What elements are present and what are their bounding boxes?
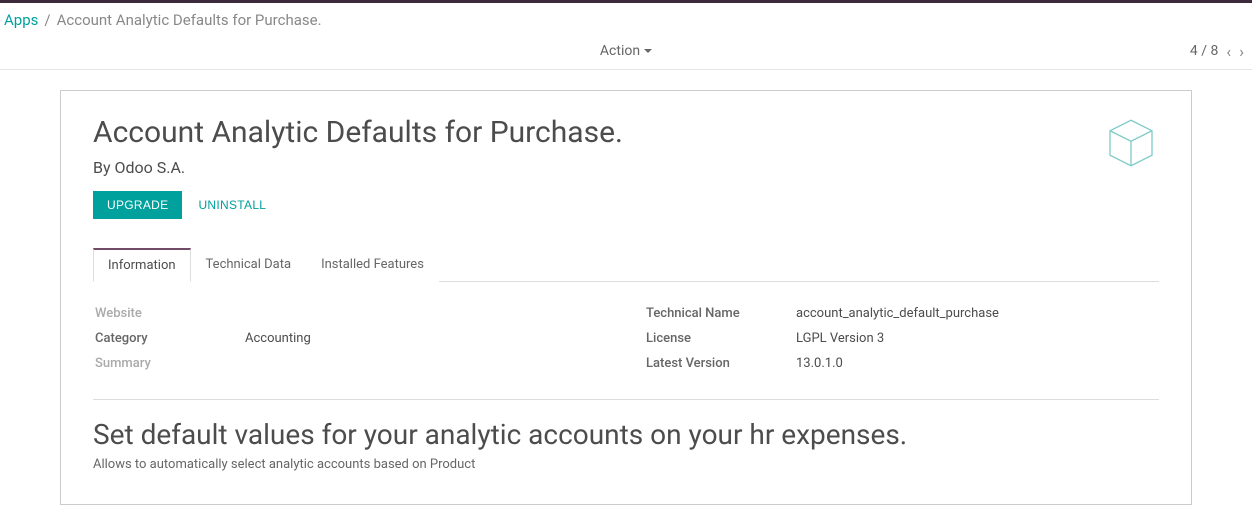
value-latest-version: 13.0.1.0 [796, 356, 843, 371]
page-title: Account Analytic Defaults for Purchase. [93, 115, 623, 150]
row-website: Website [95, 306, 606, 321]
pager: 4 / 8 ‹ › [1190, 42, 1244, 61]
module-author: By Odoo S.A. [93, 158, 623, 177]
tab-bar: Information Technical Data Installed Fea… [93, 247, 1159, 282]
tab-installed-features[interactable]: Installed Features [306, 248, 439, 282]
action-label: Action [600, 43, 640, 59]
label-latest-version: Latest Version [646, 356, 796, 371]
label-license: License [646, 331, 796, 346]
label-summary: Summary [95, 356, 245, 371]
row-license: License LGPL Version 3 [646, 331, 1157, 346]
uninstall-button[interactable]: UNINSTALL [198, 198, 266, 212]
chevron-right-icon[interactable]: › [1239, 42, 1244, 61]
tab-technical-data[interactable]: Technical Data [191, 248, 307, 282]
pager-text: 4 / 8 [1190, 43, 1218, 59]
module-icon [1103, 115, 1159, 175]
label-website: Website [95, 306, 245, 321]
label-category: Category [95, 331, 245, 346]
breadcrumb-root-link[interactable]: Apps [4, 11, 38, 29]
form-sheet: Account Analytic Defaults for Purchase. … [60, 90, 1192, 505]
value-category: Accounting [245, 331, 311, 346]
description-body: Allows to automatically select analytic … [93, 457, 1159, 472]
row-technical-name: Technical Name account_analytic_default_… [646, 306, 1157, 321]
info-grid: Website Category Accounting Summary Tech… [93, 306, 1159, 371]
value-technical-name: account_analytic_default_purchase [796, 306, 999, 321]
tab-information[interactable]: Information [93, 248, 191, 282]
row-latest-version: Latest Version 13.0.1.0 [646, 356, 1157, 371]
value-license: LGPL Version 3 [796, 331, 884, 346]
control-bar: Action 4 / 8 ‹ › [0, 37, 1252, 70]
cube-icon [1103, 115, 1159, 171]
description-heading: Set default values for your analytic acc… [93, 418, 1159, 451]
upgrade-button[interactable]: UPGRADE [93, 191, 182, 219]
breadcrumb-current: Account Analytic Defaults for Purchase. [57, 11, 322, 29]
chevron-left-icon[interactable]: ‹ [1226, 42, 1231, 61]
breadcrumb: Apps / Account Analytic Defaults for Pur… [0, 3, 1252, 37]
label-technical-name: Technical Name [646, 306, 796, 321]
section-divider [93, 399, 1159, 400]
row-summary: Summary [95, 356, 606, 371]
caret-down-icon [644, 49, 652, 53]
row-category: Category Accounting [95, 331, 606, 346]
action-dropdown[interactable]: Action [600, 43, 652, 59]
breadcrumb-sep: / [44, 11, 50, 29]
